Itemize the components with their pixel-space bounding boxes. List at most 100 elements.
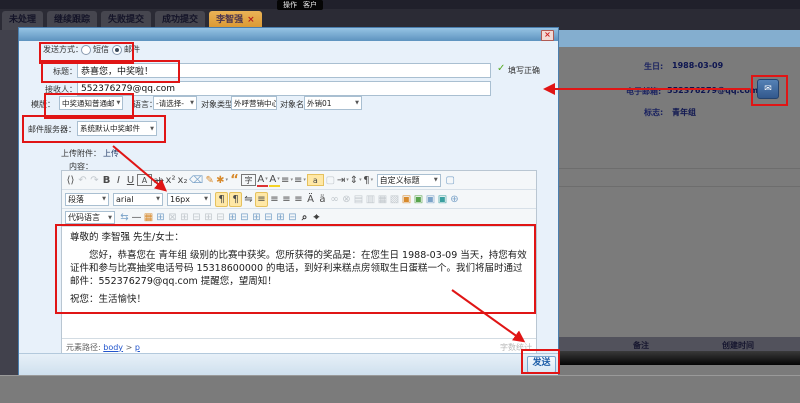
editor-toolbar-row1: ⟨⟩↶↷BIUAabx²x₂⌫✎✱▾“字A▾A▾≡▾≡▾a▢⇥▾⇕▾¶▾ 自定义… <box>62 171 536 190</box>
language-select-value: -请选择- <box>156 98 184 109</box>
dialog-close-icon[interactable]: × <box>541 30 554 41</box>
font-family-select[interactable]: arial▼ <box>113 193 163 206</box>
font-color-icon[interactable]: A▾ <box>257 174 268 187</box>
template-label: 模版： <box>31 99 55 110</box>
object-type-select[interactable]: 外呼营销中心▼ <box>231 96 277 110</box>
para-spacing-icon[interactable]: ¶▾ <box>363 174 374 187</box>
insert-table-icon[interactable]: ⊞ <box>155 211 166 224</box>
email-radio-label[interactable]: 邮件 <box>124 44 140 55</box>
pagebreak-icon[interactable]: ⇆ <box>119 211 130 224</box>
unlink-icon[interactable]: ⊗ <box>341 193 352 206</box>
font-border-icon[interactable]: A <box>137 174 152 186</box>
content-body: 您好，恭喜您在 青年组 级别的比赛中获奖。您所获得的奖品是：在您生日 1988-… <box>70 249 528 288</box>
redo-icon[interactable]: ↷ <box>89 174 100 187</box>
image-icon[interactable]: ▣ <box>401 193 412 206</box>
language-select[interactable]: -请选择-▼ <box>153 96 197 110</box>
strikethrough-icon[interactable]: ab <box>153 174 164 187</box>
editor-content-area[interactable]: 尊敬的 李智强 先生/女士： 您好，恭喜您在 青年组 级别的比赛中获奖。您所获得… <box>62 227 536 338</box>
path-link-body[interactable]: body <box>103 343 123 352</box>
bold-icon[interactable]: B <box>101 174 112 187</box>
split-cell-icon[interactable]: ⊟ <box>239 211 250 224</box>
align-right-icon[interactable]: ≡ <box>281 193 292 206</box>
merge-down-icon[interactable]: ⊟ <box>263 211 274 224</box>
mail-server-select[interactable]: 系统默认中奖邮件▼ <box>77 121 157 136</box>
sms-radio-label[interactable]: 短信 <box>93 44 109 55</box>
bg-table-header: 备注 创建时间 <box>559 337 800 351</box>
insert-col-icon[interactable]: ⊞ <box>203 211 214 224</box>
object-name-select-value: 外销01 <box>307 98 332 109</box>
recipient-input[interactable] <box>77 81 491 96</box>
delete-table-icon[interactable]: ⊠ <box>167 211 178 224</box>
paste-icon[interactable]: ▢ <box>325 174 336 187</box>
underline-icon[interactable]: U <box>125 174 136 187</box>
menu-item-operation[interactable]: 操作 <box>283 0 297 10</box>
paragraph-select[interactable]: 段落▼ <box>65 193 109 206</box>
case-convert-icon[interactable]: ä <box>317 193 328 206</box>
line-height-icon[interactable]: ⇕▾ <box>350 174 362 187</box>
dialog-titlebar[interactable] <box>19 28 558 41</box>
subscript-icon[interactable]: x₂ <box>177 174 188 187</box>
merge-cells-icon[interactable]: ⊞ <box>227 211 238 224</box>
code-language-select[interactable]: 代码语言▼ <box>65 211 115 224</box>
custom-title-select[interactable]: 自定义标题▼ <box>377 174 441 187</box>
bg-color-icon[interactable]: A▾ <box>269 174 280 187</box>
find-icon[interactable]: ⌖ <box>311 211 322 224</box>
send-email-icon[interactable]: ✉ <box>757 79 779 99</box>
remove-format-icon[interactable]: ✱▾ <box>216 174 228 187</box>
emotion-icon[interactable]: ▣ <box>413 193 424 206</box>
source-code-icon[interactable]: ⟨⟩ <box>65 174 76 187</box>
tab-close-icon[interactable]: × <box>247 15 255 25</box>
attachment-icon[interactable]: ▧ <box>389 193 400 206</box>
upload-link[interactable]: 上传 <box>103 148 119 159</box>
birthday-value: 1988-03-09 <box>672 61 723 70</box>
link-icon[interactable]: ∞ <box>329 193 340 206</box>
cn-style-icon[interactable]: 字 <box>241 174 256 186</box>
menu-item-customer[interactable]: 客户 <box>303 0 317 10</box>
superscript-icon[interactable]: x² <box>165 174 176 187</box>
align-center-icon[interactable]: ≡ <box>269 193 280 206</box>
autotypeset-icon[interactable]: a <box>307 174 324 186</box>
template-select[interactable]: 中奖通知普通邮▼ <box>59 96 123 110</box>
font-size-select[interactable]: 16px▼ <box>167 193 211 206</box>
ordered-list-icon[interactable]: ≡▾ <box>281 174 293 187</box>
align-justify-icon[interactable]: ≡ <box>293 193 304 206</box>
split-row-icon[interactable]: ⊞ <box>275 211 286 224</box>
send-button[interactable]: 发送 <box>527 356 556 373</box>
eraser-icon[interactable]: ⌫ <box>189 174 203 187</box>
format-brush-icon[interactable]: ✎ <box>204 174 215 187</box>
blockquote-icon[interactable]: “ <box>229 174 240 187</box>
media-icon[interactable]: ▦ <box>377 193 388 206</box>
sms-radio[interactable] <box>81 45 91 55</box>
object-name-select[interactable]: 外销01▼ <box>304 96 362 110</box>
delete-row-icon[interactable]: ⊟ <box>191 211 202 224</box>
fullscreen-icon[interactable]: ▢ <box>445 174 456 187</box>
pinyin-icon[interactable]: Ä <box>305 193 316 206</box>
delete-col-icon[interactable]: ⊟ <box>215 211 226 224</box>
template-icon[interactable]: ▦ <box>143 211 154 224</box>
map-icon[interactable]: ⊕ <box>449 193 460 206</box>
rich-text-editor: ⟨⟩↶↷BIUAabx²x₂⌫✎✱▾“字A▾A▾≡▾≡▾a▢⇥▾⇕▾¶▾ 自定义… <box>61 170 537 356</box>
italic-icon[interactable]: I <box>113 174 124 187</box>
horizontal-rule-icon[interactable]: — <box>131 211 142 224</box>
paragraph-select-value: 段落 <box>68 194 84 205</box>
scrawl-icon[interactable]: ▣ <box>425 193 436 206</box>
undo-icon[interactable]: ↶ <box>77 174 88 187</box>
screenshot-icon[interactable]: ▣ <box>437 193 448 206</box>
indent-icon[interactable]: ⇥▾ <box>337 174 349 187</box>
split-col-icon[interactable]: ⊟ <box>287 211 298 224</box>
rtl-icon[interactable]: ¶ <box>229 192 242 207</box>
left-background-column <box>0 30 18 375</box>
text-direction-icon[interactable]: ⇋ <box>243 193 254 206</box>
insert-row-icon[interactable]: ⊞ <box>179 211 190 224</box>
email-radio[interactable] <box>112 45 122 55</box>
ltr-icon[interactable]: ¶ <box>215 192 228 207</box>
merge-right-icon[interactable]: ⊞ <box>251 211 262 224</box>
anchor-icon[interactable]: ▤ <box>353 193 364 206</box>
element-path-label: 元素路径: <box>66 343 101 352</box>
title-input[interactable] <box>77 63 491 78</box>
align-left-icon[interactable]: ≡ <box>255 192 268 207</box>
search-replace-icon[interactable]: ⌕ <box>299 211 310 224</box>
path-link-p[interactable]: p <box>135 343 140 352</box>
unordered-list-icon[interactable]: ≡▾ <box>294 174 306 187</box>
flash-icon[interactable]: ▥ <box>365 193 376 206</box>
